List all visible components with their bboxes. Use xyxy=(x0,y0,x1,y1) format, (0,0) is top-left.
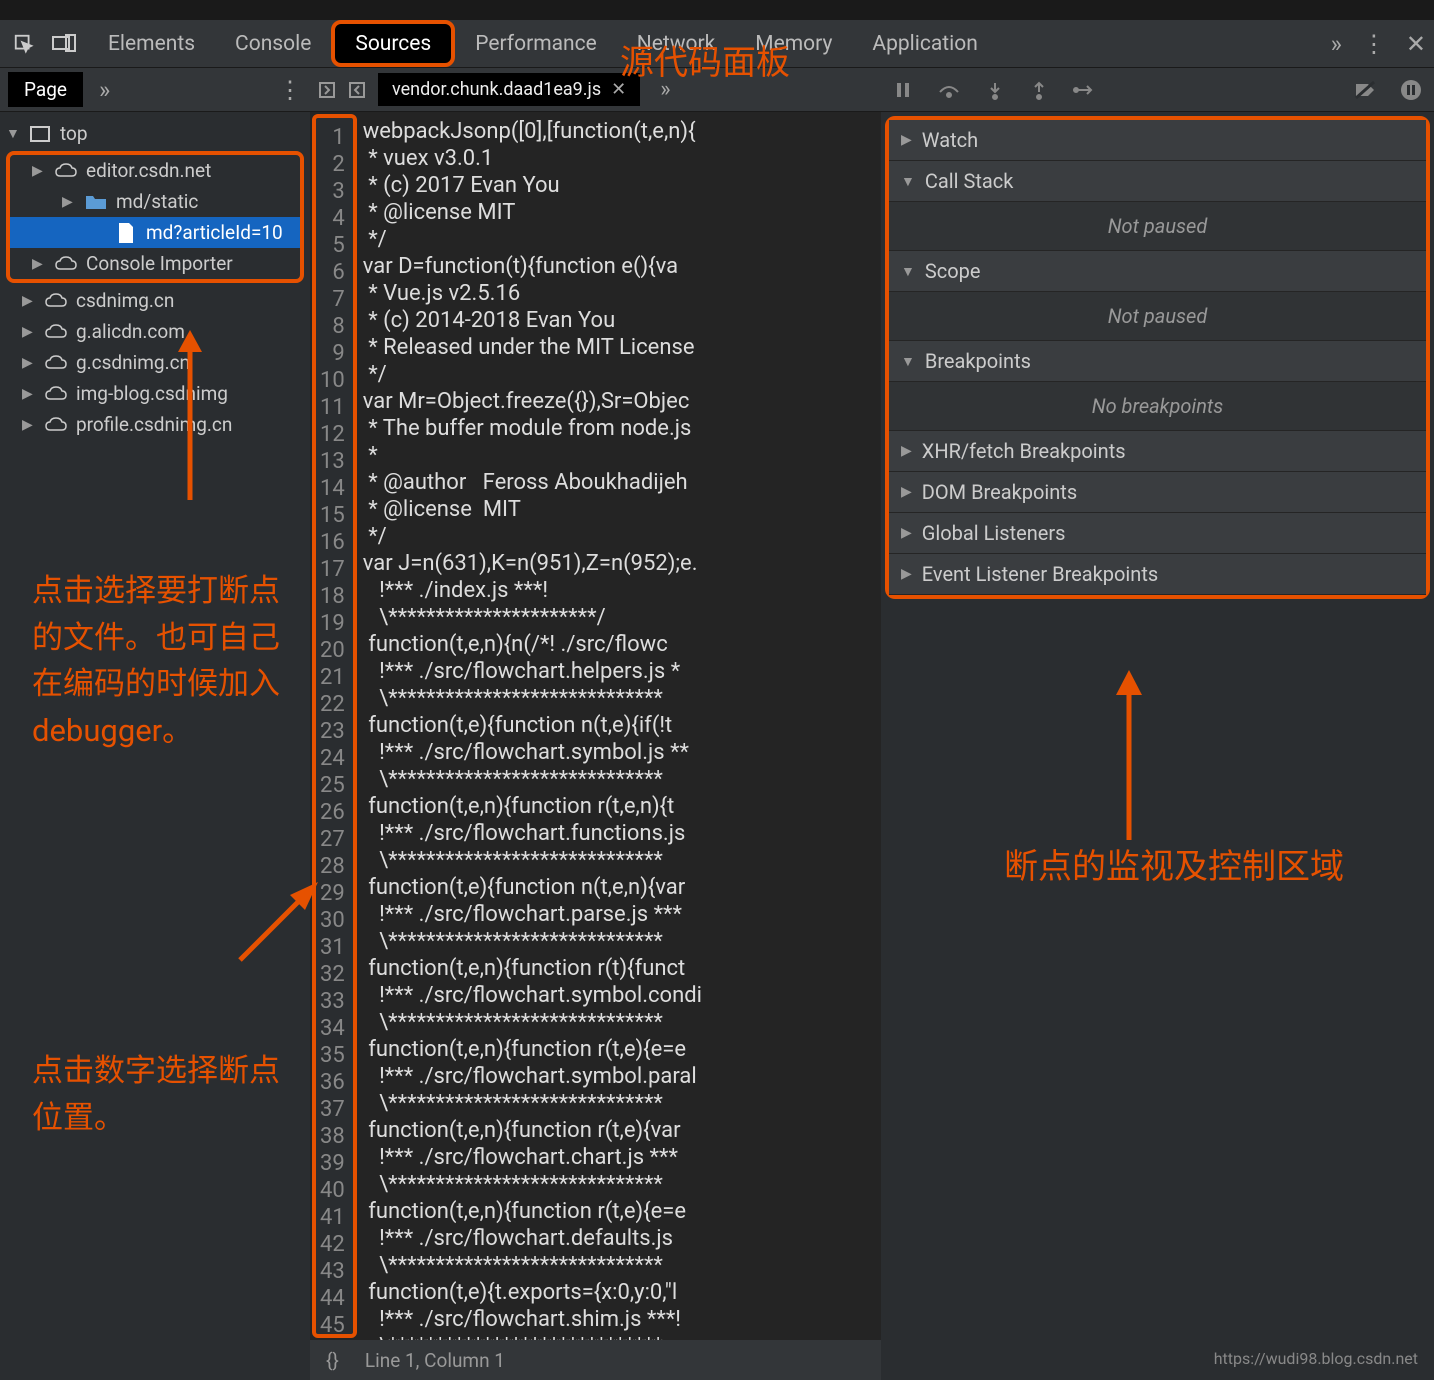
cloud-icon xyxy=(44,384,68,404)
arrow-up-icon xyxy=(1104,670,1154,840)
tree-item[interactable]: ▶editor.csdn.net xyxy=(10,155,300,186)
annotation-2: 点击数字选择断点位置。 xyxy=(32,1048,310,1141)
deactivate-bp-icon[interactable] xyxy=(1354,80,1376,100)
step-into-icon[interactable] xyxy=(985,80,1005,100)
step-out-icon[interactable] xyxy=(1029,80,1049,100)
close-devtools-icon[interactable]: ✕ xyxy=(1406,30,1426,58)
tree-item[interactable]: ▶g.alicdn.com xyxy=(0,316,310,347)
navigator-panel: Page » ⋮ ▼top ▶editor.csdn.net▶md/staticm… xyxy=(0,68,310,1380)
cloud-icon xyxy=(44,291,68,311)
debugger-controls xyxy=(881,68,1434,112)
cloud-icon xyxy=(44,322,68,342)
chevron-icon: ▼ xyxy=(901,173,915,190)
pause-exceptions-icon[interactable] xyxy=(1400,79,1422,101)
editor-panel: vendor.chunk.daad1ea9.js ✕ » 12345678910… xyxy=(310,68,881,1380)
pane-body: Not paused xyxy=(889,292,1426,341)
more-nav-icon[interactable]: » xyxy=(99,76,110,104)
annotation-right: 断点的监视及控制区域 xyxy=(1004,840,1344,894)
pane-call-stack[interactable]: ▼Call Stack xyxy=(889,161,1426,202)
debugger-panes: ▶Watch▼Call StackNot paused▼ScopeNot pau… xyxy=(885,116,1430,599)
cloud-icon xyxy=(54,161,78,181)
cursor-position: Line 1, Column 1 xyxy=(365,1349,505,1372)
watermark: https://wudi98.blog.csdn.net xyxy=(1214,1349,1418,1368)
chevron-icon: ▼ xyxy=(901,353,915,370)
chevron-icon: ▶ xyxy=(901,525,912,541)
page-tab[interactable]: Page xyxy=(8,72,83,107)
pane-global-listeners[interactable]: ▶Global Listeners xyxy=(889,513,1426,554)
tab-elements[interactable]: Elements xyxy=(88,20,215,67)
status-bar: {} Line 1, Column 1 xyxy=(310,1340,881,1380)
pane-xhr-fetch-breakpoints[interactable]: ▶XHR/fetch Breakpoints xyxy=(889,431,1426,472)
chevron-icon: ▼ xyxy=(901,263,915,280)
format-icon[interactable]: {} xyxy=(326,1349,339,1372)
tree-item[interactable]: ▶g.csdnimg.cn xyxy=(0,347,310,378)
frame-icon xyxy=(28,124,52,144)
chevron-icon: ▶ xyxy=(901,484,912,500)
more-tabs-icon[interactable]: » xyxy=(1331,30,1342,58)
chevron-icon: ▶ xyxy=(901,443,912,459)
tree-item[interactable]: ▶img-blog.csdnimg xyxy=(0,378,310,409)
tree-item[interactable]: ▶md/static xyxy=(10,186,300,217)
nav-back-icon[interactable] xyxy=(318,81,336,99)
file-tab-name: vendor.chunk.daad1ea9.js xyxy=(392,79,601,100)
annotation-top: 源代码面板 xyxy=(620,35,790,84)
tab-performance[interactable]: Performance xyxy=(455,20,616,67)
pane-event-listener-breakpoints[interactable]: ▶Event Listener Breakpoints xyxy=(889,554,1426,595)
chevron-icon: ▶ xyxy=(901,566,912,582)
pause-icon[interactable] xyxy=(893,80,913,100)
nav-fwd-icon[interactable] xyxy=(348,81,366,99)
tab-sources[interactable]: Sources xyxy=(331,20,455,67)
cloud-icon xyxy=(54,254,78,274)
tree-root[interactable]: ▼top xyxy=(0,118,310,149)
pane-dom-breakpoints[interactable]: ▶DOM Breakpoints xyxy=(889,472,1426,513)
tab-console[interactable]: Console xyxy=(215,20,331,67)
step-over-icon[interactable] xyxy=(937,80,961,100)
tree-item[interactable]: md?articleId=10 xyxy=(10,217,300,248)
pane-body: Not paused xyxy=(889,202,1426,251)
arrow-diag-icon xyxy=(230,870,310,950)
inspect-icon[interactable] xyxy=(8,28,40,60)
debugger-panel: ▶Watch▼Call StackNot paused▼ScopeNot pau… xyxy=(881,68,1434,1380)
chevron-icon: ▶ xyxy=(901,132,912,148)
cloud-icon xyxy=(44,353,68,373)
pane-watch[interactable]: ▶Watch xyxy=(889,120,1426,161)
device-icon[interactable] xyxy=(48,28,80,60)
pane-body: No breakpoints xyxy=(889,382,1426,431)
source-code[interactable]: webpackJsonp([0],[function(t,e,n){ * vue… xyxy=(359,112,881,1340)
file-tab[interactable]: vendor.chunk.daad1ea9.js ✕ xyxy=(378,73,640,106)
pane-scope[interactable]: ▼Scope xyxy=(889,251,1426,292)
annotation-1: 点击选择要打断点的文件。也可自己在编码的时候加入debugger。 xyxy=(32,568,292,754)
folder-icon xyxy=(84,192,108,212)
file-tree: ▼top ▶editor.csdn.net▶md/staticmd?article… xyxy=(0,112,310,446)
tree-item[interactable]: ▶Console Importer xyxy=(10,248,300,279)
pane-breakpoints[interactable]: ▼Breakpoints xyxy=(889,341,1426,382)
nav-menu-icon[interactable]: ⋮ xyxy=(278,76,302,104)
settings-icon[interactable]: ⋮ xyxy=(1362,30,1386,58)
tab-application[interactable]: Application xyxy=(852,20,997,67)
step-icon[interactable] xyxy=(1073,80,1097,100)
arrow-up2-icon xyxy=(170,330,210,500)
cloud-icon xyxy=(44,415,68,435)
tree-item[interactable]: ▶profile.csdnimg.cn xyxy=(0,409,310,440)
file-icon xyxy=(114,223,138,243)
tree-item[interactable]: ▶csdnimg.cn xyxy=(0,285,310,316)
line-gutter[interactable]: 1234567891011121314151617181920212223242… xyxy=(312,114,357,1338)
